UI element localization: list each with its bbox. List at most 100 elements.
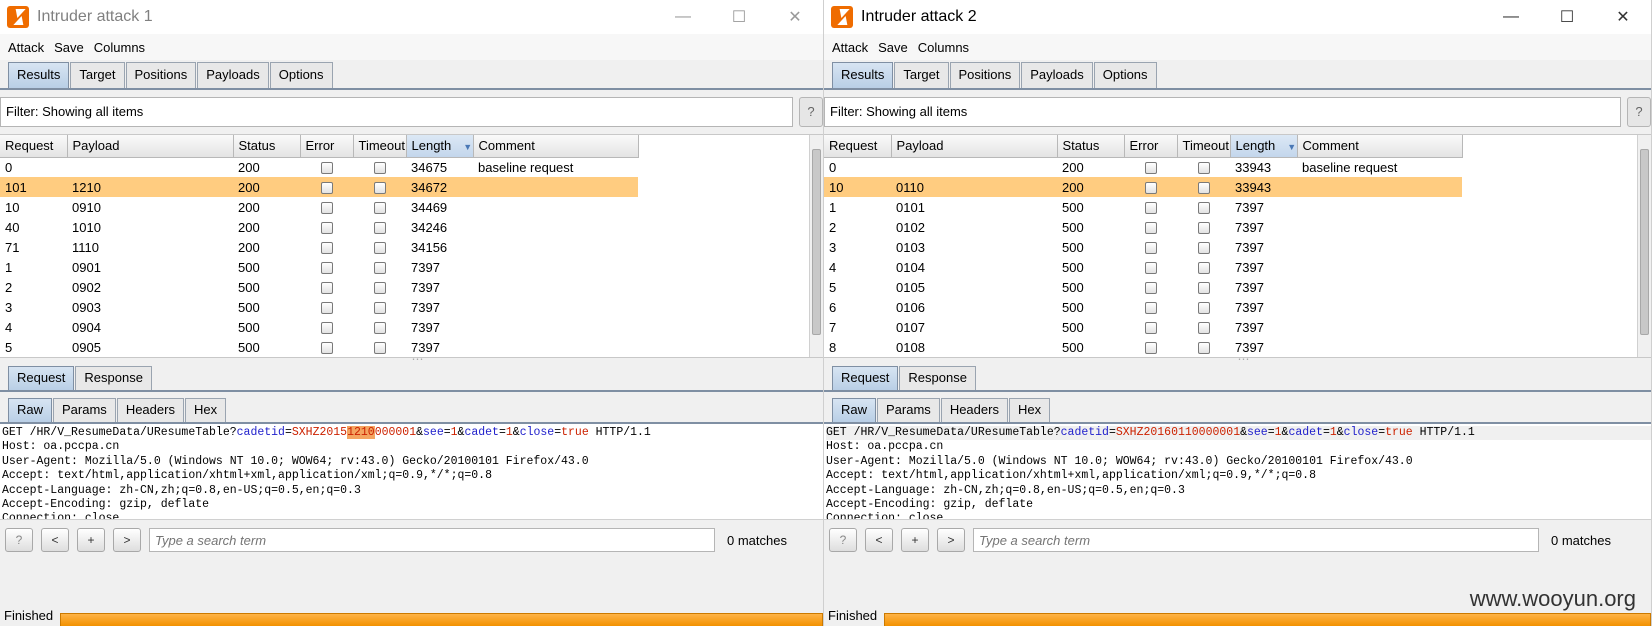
timeout-checkbox[interactable] [1197,322,1210,335]
error-checkbox[interactable] [320,342,333,355]
col-request[interactable]: Request [0,135,68,158]
table-row[interactable]: 101 1210 200 34672 [0,177,638,197]
tab-request[interactable]: Request [8,366,75,390]
table-row[interactable]: 40 1010 200 34246 [0,217,638,237]
timeout-checkbox[interactable] [1197,262,1210,275]
table-row[interactable]: 8 0108 500 7397 [824,337,1462,357]
search-help-button[interactable]: ? [5,528,33,552]
table-scrollbar[interactable] [1637,135,1651,357]
error-checkbox[interactable] [320,222,333,235]
table-row[interactable]: 10 0910 200 34469 [0,197,638,217]
tab-options[interactable]: Options [1093,62,1157,88]
table-row[interactable]: 5 0105 500 7397 [824,277,1462,297]
close-icon[interactable]: ✕ [767,0,823,34]
table-row[interactable]: 2 0102 500 7397 [824,217,1462,237]
col-comment[interactable]: Comment [1297,135,1463,158]
timeout-checkbox[interactable] [1197,182,1210,195]
table-row[interactable]: 5 0905 500 7397 [0,337,638,357]
table-row[interactable]: 2 0902 500 7397 [0,277,638,297]
col-comment[interactable]: Comment [473,135,639,158]
menu-columns[interactable]: Columns [94,40,145,55]
table-scrollbar[interactable] [809,135,823,357]
timeout-checkbox[interactable] [1197,342,1210,355]
error-checkbox[interactable] [320,262,333,275]
tab-raw[interactable]: Raw [8,398,53,422]
error-checkbox[interactable] [320,282,333,295]
table-row[interactable]: 1 0901 500 7397 [0,257,638,277]
menu-columns[interactable]: Columns [918,40,969,55]
tab-headers[interactable]: Headers [116,398,184,422]
tab-headers[interactable]: Headers [940,398,1008,422]
error-checkbox[interactable] [320,302,333,315]
table-row[interactable]: 3 0103 500 7397 [824,237,1462,257]
tab-request[interactable]: Request [832,366,899,390]
error-checkbox[interactable] [1144,302,1157,315]
error-checkbox[interactable] [1144,282,1157,295]
col-error[interactable]: Error [1124,135,1178,158]
tab-positions[interactable]: Positions [949,62,1021,88]
error-checkbox[interactable] [1144,242,1157,255]
raw-request-editor[interactable]: GET /HR/V_ResumeData/UResumeTable?cadeti… [824,424,1651,520]
filter-bar[interactable]: Filter: Showing all items [0,97,793,127]
tab-hex[interactable]: Hex [184,398,227,422]
col-status[interactable]: Status [1057,135,1125,158]
col-payload[interactable]: Payload [67,135,234,158]
filter-help-button[interactable]: ? [799,97,823,127]
table-row[interactable]: 71 1110 200 34156 [0,237,638,257]
error-checkbox[interactable] [320,162,333,175]
col-timeout[interactable]: Timeout [1177,135,1231,158]
search-prev-button[interactable]: < [41,528,69,552]
col-error[interactable]: Error [300,135,354,158]
search-input[interactable] [973,528,1539,552]
table-row[interactable]: 3 0903 500 7397 [0,297,638,317]
timeout-checkbox[interactable] [1197,162,1210,175]
timeout-checkbox[interactable] [373,262,386,275]
table-row[interactable]: 0 200 33943 baseline request [824,157,1462,177]
tab-response[interactable]: Response [899,366,976,390]
search-prev-button[interactable]: < [865,528,893,552]
timeout-checkbox[interactable] [1197,302,1210,315]
menu-attack[interactable]: Attack [832,40,868,55]
tab-params[interactable]: Params [877,398,940,422]
maximize-icon[interactable]: ☐ [1539,0,1595,34]
table-row[interactable]: 10 0110 200 33943 [824,177,1462,197]
table-row[interactable]: 6 0106 500 7397 [824,297,1462,317]
col-length[interactable]: Length ▼ [1230,135,1298,158]
error-checkbox[interactable] [1144,182,1157,195]
col-length[interactable]: Length ▼ [406,135,474,158]
timeout-checkbox[interactable] [1197,222,1210,235]
col-timeout[interactable]: Timeout [353,135,407,158]
tab-target[interactable]: Target [70,62,125,88]
search-next-button[interactable]: > [113,528,141,552]
tab-params[interactable]: Params [53,398,116,422]
pane-splitter[interactable] [824,352,1651,366]
menu-save[interactable]: Save [878,40,908,55]
minimize-icon[interactable]: — [1483,0,1539,34]
error-checkbox[interactable] [1144,322,1157,335]
filter-help-button[interactable]: ? [1627,97,1651,127]
tab-payloads[interactable]: Payloads [1021,62,1093,88]
col-status[interactable]: Status [233,135,301,158]
timeout-checkbox[interactable] [1197,282,1210,295]
error-checkbox[interactable] [320,242,333,255]
table-row[interactable]: 1 0101 500 7397 [824,197,1462,217]
error-checkbox[interactable] [320,202,333,215]
timeout-checkbox[interactable] [373,242,386,255]
tab-positions[interactable]: Positions [125,62,197,88]
tab-raw[interactable]: Raw [832,398,877,422]
timeout-checkbox[interactable] [373,222,386,235]
error-checkbox[interactable] [1144,342,1157,355]
menu-attack[interactable]: Attack [8,40,44,55]
table-row[interactable]: 7 0107 500 7397 [824,317,1462,337]
tab-payloads[interactable]: Payloads [197,62,269,88]
error-checkbox[interactable] [1144,222,1157,235]
search-add-button[interactable]: + [901,528,929,552]
timeout-checkbox[interactable] [373,302,386,315]
timeout-checkbox[interactable] [373,282,386,295]
timeout-checkbox[interactable] [373,182,386,195]
col-request[interactable]: Request [824,135,892,158]
error-checkbox[interactable] [1144,262,1157,275]
timeout-checkbox[interactable] [373,342,386,355]
scrollbar-thumb[interactable] [1640,149,1649,335]
timeout-checkbox[interactable] [373,202,386,215]
